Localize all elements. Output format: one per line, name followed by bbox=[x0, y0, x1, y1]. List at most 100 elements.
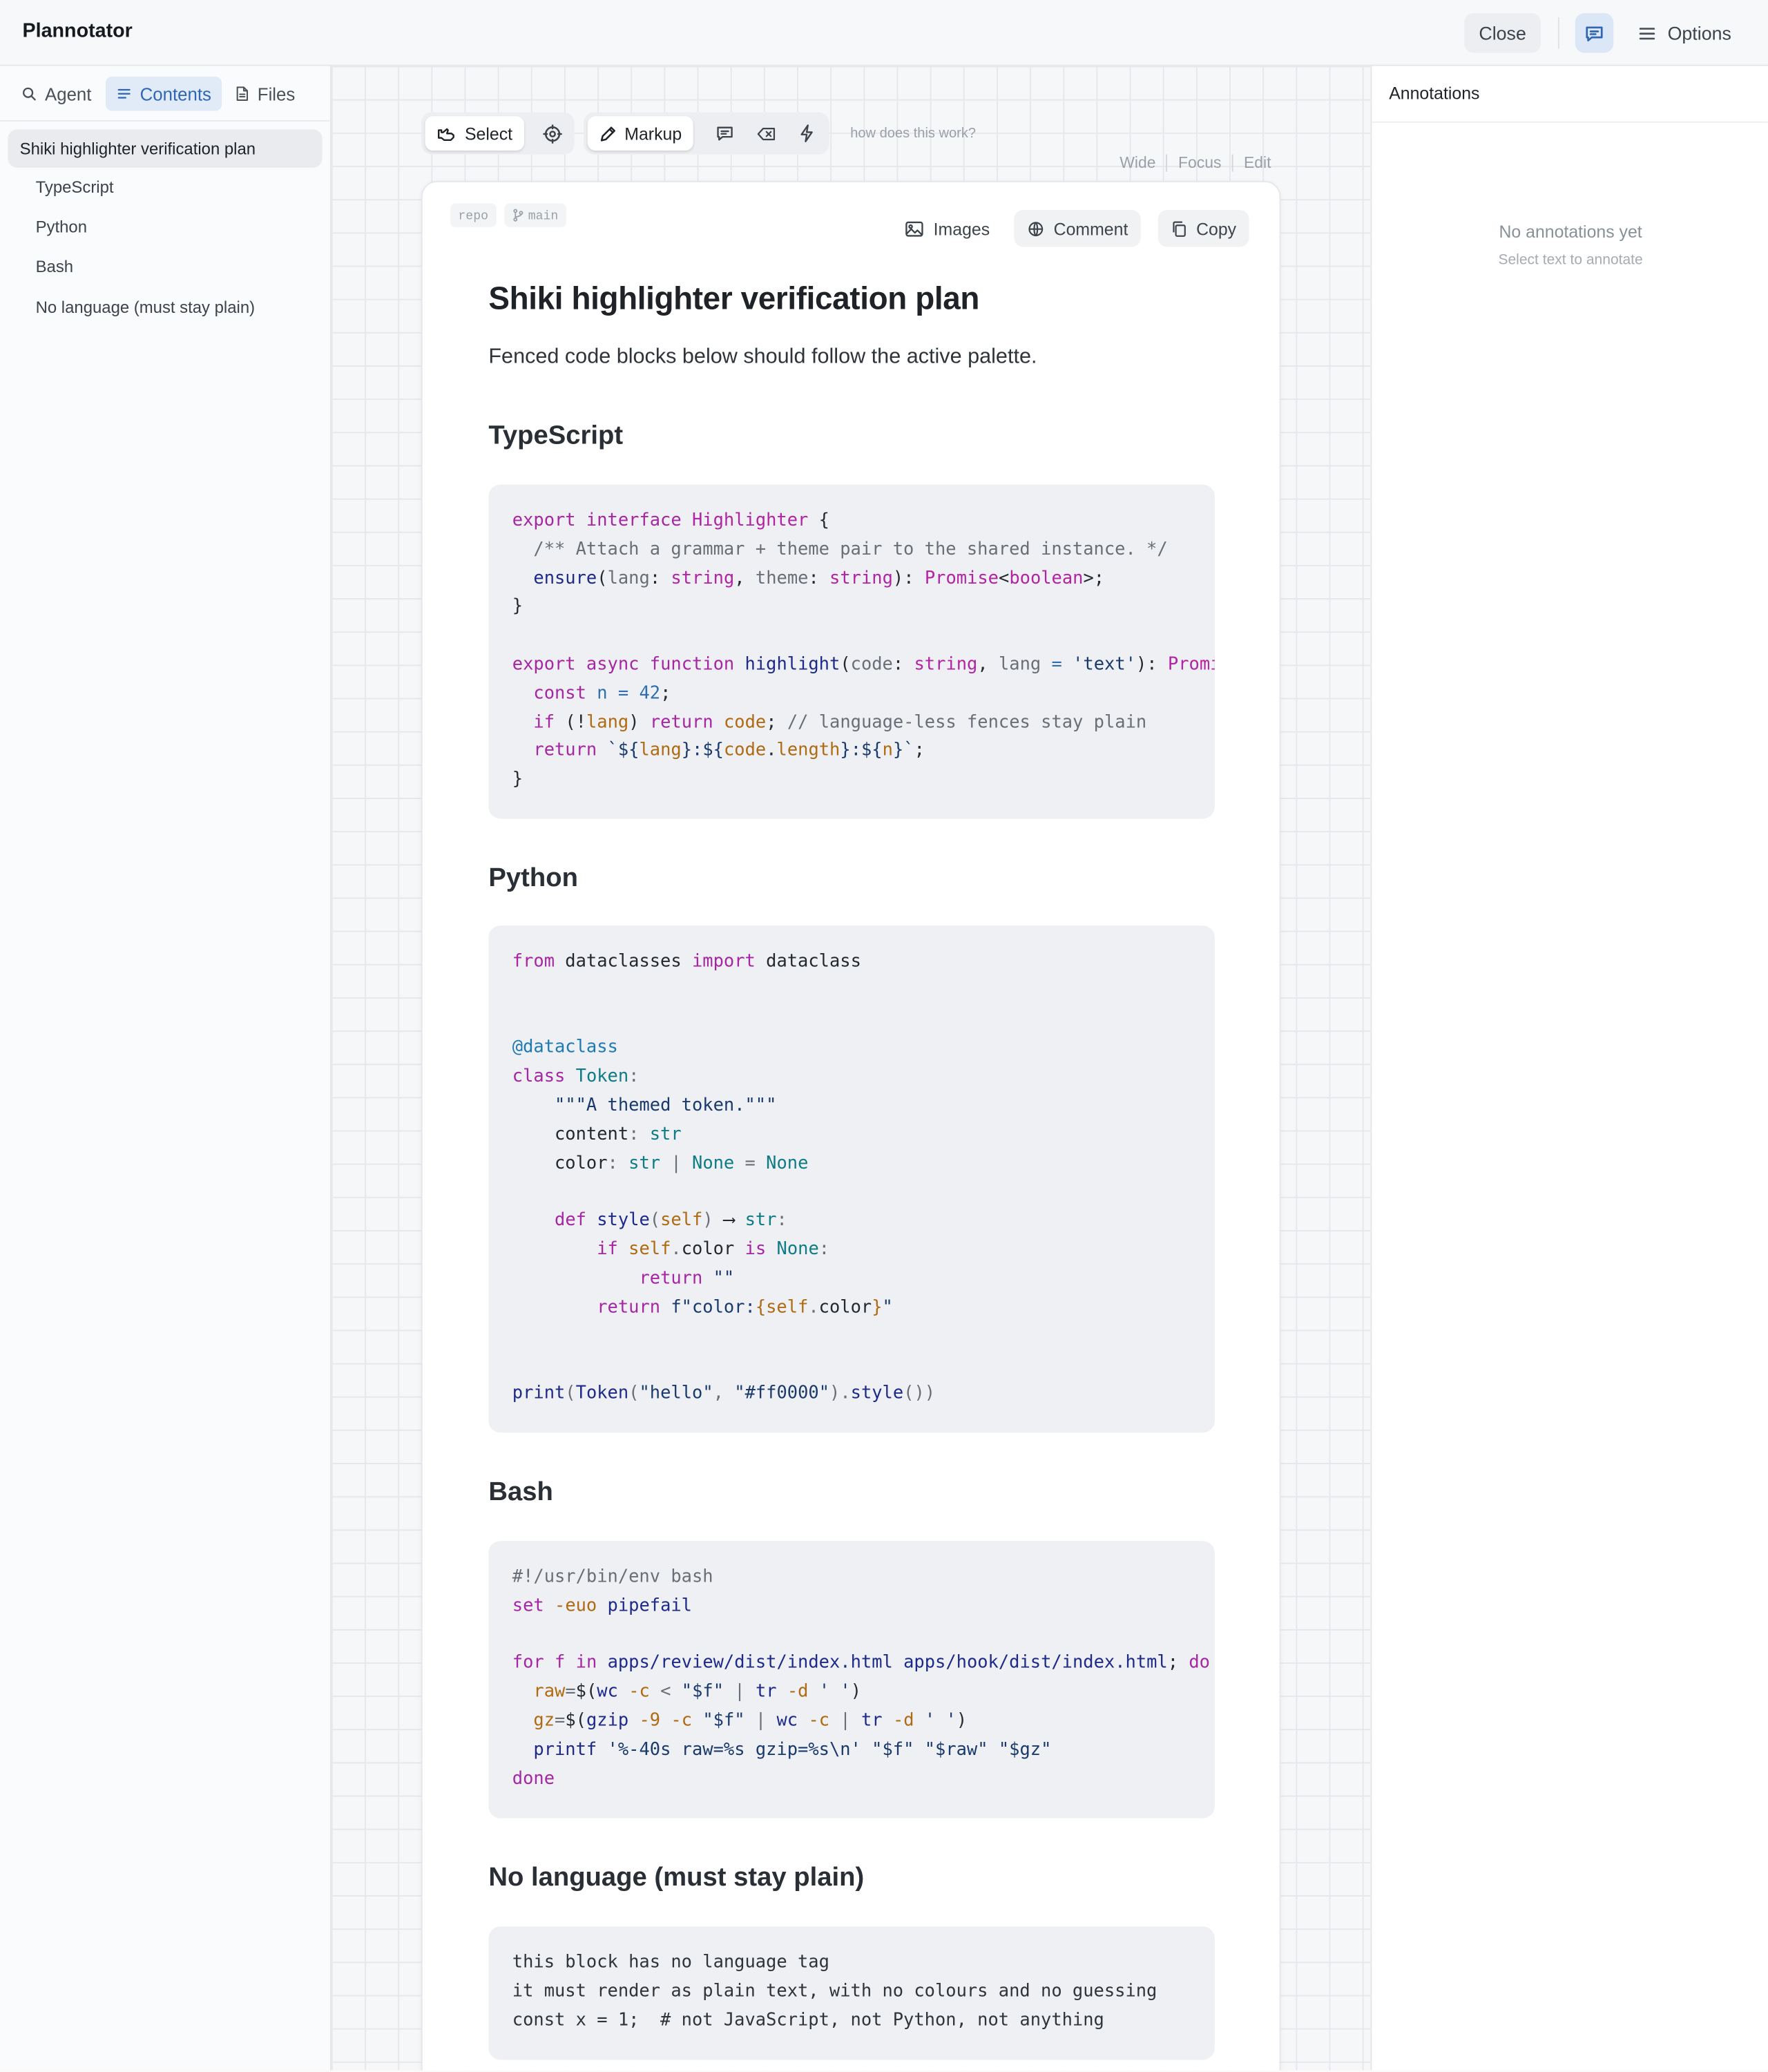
code-token: -c bbox=[808, 1711, 840, 1732]
images-button[interactable]: Images bbox=[891, 210, 1003, 247]
code-block-typescript[interactable]: export interface Highlighter { /** Attac… bbox=[488, 484, 1215, 819]
quick-action-button[interactable] bbox=[789, 116, 824, 151]
code-line: } bbox=[512, 593, 1215, 622]
list-icon bbox=[117, 88, 131, 99]
code-line: ​ bbox=[512, 622, 1215, 651]
code-token: string bbox=[829, 568, 893, 588]
code-block-bash[interactable]: #!/usr/bin/env bashset -euo pipefail​for… bbox=[488, 1541, 1215, 1819]
options-button[interactable]: Options bbox=[1637, 13, 1731, 52]
code-line: raw=$(wc -c < "$f" | tr -d ' ') bbox=[512, 1678, 1215, 1707]
lightning-icon bbox=[800, 124, 813, 142]
code-token: from bbox=[512, 952, 566, 972]
code-token: color bbox=[681, 1240, 745, 1260]
code-token: export bbox=[512, 510, 586, 531]
comment-label: Comment bbox=[1053, 218, 1128, 239]
code-token: . bbox=[808, 1297, 819, 1318]
copy-button[interactable]: Copy bbox=[1157, 209, 1250, 247]
comment-tool-button[interactable] bbox=[708, 116, 742, 151]
code-line: ​ bbox=[512, 1322, 1215, 1351]
code-line: done bbox=[512, 1765, 1215, 1794]
code-line: export async function highlight(code: st… bbox=[512, 651, 1215, 680]
toc-item-typescript[interactable]: TypeScript bbox=[36, 178, 114, 197]
comment-button[interactable]: Comment bbox=[1014, 209, 1142, 247]
code-line: export interface Highlighter { bbox=[512, 507, 1215, 536]
target-tool-button[interactable] bbox=[535, 116, 569, 151]
toc-item-python[interactable]: Python bbox=[36, 218, 87, 236]
annotations-toggle-button[interactable] bbox=[1575, 13, 1614, 53]
code-token: lang bbox=[639, 741, 682, 761]
code-block-plain[interactable]: this block has no language tag it must re… bbox=[488, 1926, 1215, 2060]
code-token: ' ' bbox=[818, 1682, 851, 1702]
code-line: it must render as plain text, with no co… bbox=[512, 1977, 1215, 2006]
view-mode-separator bbox=[1231, 153, 1233, 171]
code-token: color bbox=[818, 1297, 872, 1318]
code-token: | bbox=[734, 1682, 756, 1702]
tab-agent-label: Agent bbox=[45, 84, 92, 104]
code-token: . bbox=[671, 1240, 682, 1260]
code-token: raw bbox=[533, 1682, 566, 1702]
view-mode-wide[interactable]: Wide bbox=[1120, 153, 1155, 172]
code-token: | bbox=[840, 1711, 862, 1732]
code-token: -d bbox=[787, 1682, 819, 1702]
code-token: 42 bbox=[639, 683, 661, 704]
code-token: "$f" bbox=[702, 1711, 756, 1732]
toc-item-title[interactable]: Shiki highlighter verification plan bbox=[8, 129, 323, 168]
code-token: tr bbox=[755, 1682, 787, 1702]
markup-button[interactable]: Markup bbox=[587, 116, 694, 151]
header-divider bbox=[1557, 17, 1559, 49]
markup-tool-group: Markup bbox=[584, 112, 829, 155]
code-token: "hello" bbox=[639, 1383, 713, 1404]
code-token: print bbox=[512, 1383, 566, 1404]
code-token: `${ bbox=[607, 741, 640, 761]
erase-tool-button[interactable] bbox=[749, 116, 783, 151]
code-token: n bbox=[597, 683, 618, 704]
code-line: gz=$(gzip -9 -c "$f" | wc -c | tr -d ' '… bbox=[512, 1707, 1215, 1736]
code-line: for f in apps/review/dist/index.html app… bbox=[512, 1650, 1215, 1679]
code-token: pipefail bbox=[607, 1595, 692, 1616]
tab-agent[interactable]: Agent bbox=[10, 77, 102, 111]
code-token: . bbox=[766, 741, 777, 761]
code-token: "#ff0000" bbox=[734, 1383, 830, 1404]
code-token: < bbox=[999, 568, 1010, 588]
code-line: if (!lang) return code; // language-less… bbox=[512, 709, 1215, 738]
backspace-icon bbox=[756, 127, 775, 140]
tab-contents[interactable]: Contents bbox=[105, 76, 222, 111]
code-token: None bbox=[692, 1153, 745, 1173]
code-token: "$f" bbox=[681, 1682, 735, 1702]
code-token: gz bbox=[533, 1711, 555, 1732]
section-heading-no-language: No language (must stay plain) bbox=[488, 1863, 865, 1892]
images-label: Images bbox=[933, 218, 990, 239]
help-link[interactable]: how does this work? bbox=[850, 126, 976, 142]
code-token: "" bbox=[713, 1268, 735, 1289]
code-token: string bbox=[914, 655, 978, 675]
code-token: ; bbox=[660, 683, 671, 704]
code-line: /** Attach a grammar + theme pair to the… bbox=[512, 536, 1215, 565]
code-token: ( bbox=[597, 568, 608, 588]
tab-files[interactable]: Files bbox=[224, 77, 306, 111]
code-token: < bbox=[660, 1682, 682, 1702]
select-button[interactable]: Select bbox=[425, 116, 525, 151]
options-label: Options bbox=[1667, 22, 1731, 44]
app-window: Plannotator Close Options Agent Contents bbox=[0, 0, 1768, 2071]
code-token: -d bbox=[892, 1711, 925, 1732]
code-token: -euo bbox=[555, 1595, 608, 1616]
repo-badge-label: repo bbox=[458, 208, 489, 223]
code-token: lang bbox=[586, 712, 629, 733]
close-button[interactable]: Close bbox=[1464, 13, 1541, 53]
git-branch-icon bbox=[513, 209, 523, 222]
code-token: def bbox=[555, 1211, 597, 1231]
code-token: | bbox=[755, 1711, 777, 1732]
toc-item-no-language[interactable]: No language (must stay plain) bbox=[36, 298, 255, 317]
code-line: from dataclasses import dataclass bbox=[512, 948, 1215, 977]
branch-badge-label: main bbox=[528, 208, 559, 223]
annotations-title: Annotations bbox=[1389, 83, 1480, 104]
code-token: }:${ bbox=[681, 741, 724, 761]
code-block-python[interactable]: from dataclasses import dataclass​​@data… bbox=[488, 925, 1215, 1433]
toc-item-bash[interactable]: Bash bbox=[36, 258, 73, 276]
view-mode-focus[interactable]: Focus bbox=[1178, 153, 1221, 172]
view-mode-edit[interactable]: Edit bbox=[1244, 153, 1271, 172]
annotations-empty-hint: Select text to annotate bbox=[1498, 252, 1643, 269]
